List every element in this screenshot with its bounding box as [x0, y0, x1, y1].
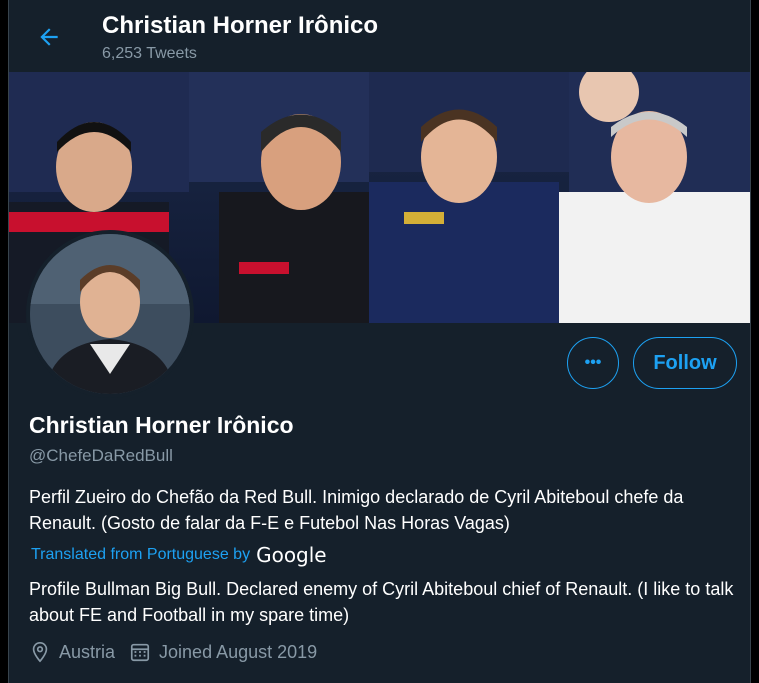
- arrow-left-icon: [40, 28, 58, 46]
- back-button[interactable]: [31, 19, 67, 55]
- profile-handle: @ChefeDaRedBull: [29, 446, 173, 465]
- google-logo: Google: [256, 543, 327, 567]
- tweet-count: 6,253 Tweets: [102, 45, 197, 62]
- follow-button[interactable]: Follow: [633, 337, 737, 389]
- joined-item: Joined August 2019: [129, 641, 317, 663]
- translation-credit[interactable]: Translated from Portuguese by Google: [29, 543, 327, 567]
- location-text: Austria: [59, 641, 116, 662]
- profile-bio: Perfil Zueiro do Chefão da Red Bull. Ini…: [29, 487, 684, 533]
- location-item: Austria: [29, 641, 115, 663]
- profile-header-bar: Christian Horner Irônico 6,253 Tweets: [9, 0, 750, 72]
- profile-meta: Austria Joined August 2019: [29, 641, 331, 663]
- profile-bio-translated: Profile Bullman Big Bull. Declared enemy…: [29, 579, 734, 625]
- profile-page: Christian Horner Irônico 6,253 Tweets ••…: [8, 0, 751, 683]
- header-title: Christian Horner Irônico: [102, 12, 379, 39]
- joined-text: Joined August 2019: [159, 641, 318, 662]
- more-horizontal-icon: •••: [584, 354, 602, 371]
- location-pin-icon: [32, 642, 48, 663]
- calendar-icon: [130, 643, 150, 662]
- profile-avatar[interactable]: [26, 230, 194, 398]
- more-options-button[interactable]: •••: [567, 337, 619, 389]
- translated-label: Translated from Portuguese by: [31, 546, 251, 563]
- profile-name: Christian Horner Irônico: [29, 412, 294, 438]
